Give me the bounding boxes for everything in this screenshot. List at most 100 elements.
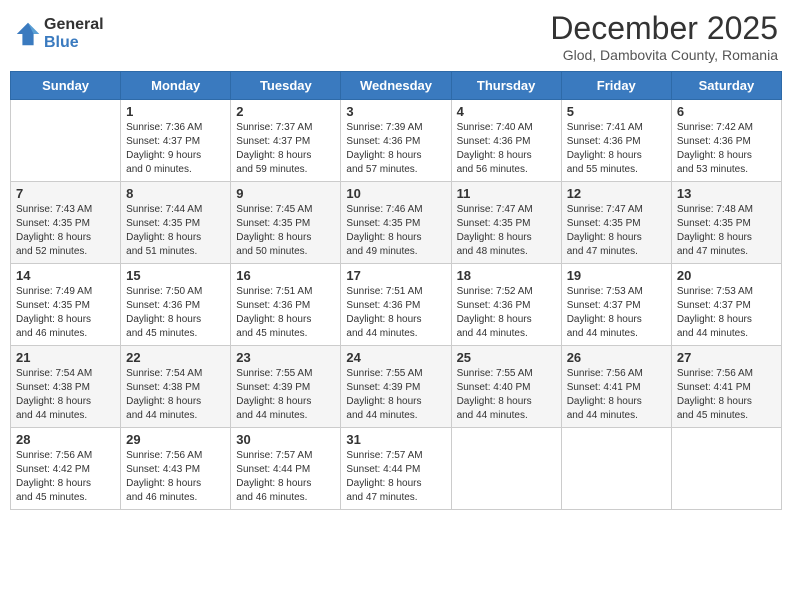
day-info: Sunrise: 7:57 AMSunset: 4:44 PMDaylight:… (236, 449, 335, 505)
calendar-table: SundayMondayTuesdayWednesdayThursdayFrid… (10, 71, 782, 510)
calendar-cell: 20 Sunrise: 7:53 AMSunset: 4:37 PMDayligh… (671, 264, 781, 346)
day-info: Sunrise: 7:48 AMSunset: 4:35 PMDaylight:… (677, 203, 776, 259)
calendar-cell: 22 Sunrise: 7:54 AMSunset: 4:38 PMDayligh… (121, 346, 231, 428)
calendar-header-tuesday: Tuesday (231, 72, 341, 100)
day-number: 1 (126, 104, 225, 119)
calendar-header-monday: Monday (121, 72, 231, 100)
day-number: 23 (236, 350, 335, 365)
day-info: Sunrise: 7:56 AMSunset: 4:41 PMDaylight:… (567, 367, 666, 423)
calendar-cell: 9 Sunrise: 7:45 AMSunset: 4:35 PMDaylight… (231, 182, 341, 264)
calendar-cell: 3 Sunrise: 7:39 AMSunset: 4:36 PMDaylight… (341, 100, 451, 182)
calendar-cell: 27 Sunrise: 7:56 AMSunset: 4:41 PMDayligh… (671, 346, 781, 428)
day-number: 22 (126, 350, 225, 365)
calendar-cell (671, 428, 781, 510)
day-info: Sunrise: 7:45 AMSunset: 4:35 PMDaylight:… (236, 203, 335, 259)
day-info: Sunrise: 7:36 AMSunset: 4:37 PMDaylight:… (126, 121, 225, 177)
day-number: 30 (236, 432, 335, 447)
calendar-cell (561, 428, 671, 510)
day-number: 16 (236, 268, 335, 283)
day-number: 31 (346, 432, 445, 447)
day-number: 8 (126, 186, 225, 201)
day-number: 20 (677, 268, 776, 283)
day-info: Sunrise: 7:46 AMSunset: 4:35 PMDaylight:… (346, 203, 445, 259)
day-info: Sunrise: 7:40 AMSunset: 4:36 PMDaylight:… (457, 121, 556, 177)
day-info: Sunrise: 7:55 AMSunset: 4:39 PMDaylight:… (236, 367, 335, 423)
day-number: 14 (16, 268, 115, 283)
day-info: Sunrise: 7:56 AMSunset: 4:42 PMDaylight:… (16, 449, 115, 505)
day-info: Sunrise: 7:56 AMSunset: 4:41 PMDaylight:… (677, 367, 776, 423)
calendar-cell: 17 Sunrise: 7:51 AMSunset: 4:36 PMDayligh… (341, 264, 451, 346)
calendar-header-thursday: Thursday (451, 72, 561, 100)
calendar-cell: 5 Sunrise: 7:41 AMSunset: 4:36 PMDaylight… (561, 100, 671, 182)
day-number: 13 (677, 186, 776, 201)
day-info: Sunrise: 7:50 AMSunset: 4:36 PMDaylight:… (126, 285, 225, 341)
day-info: Sunrise: 7:56 AMSunset: 4:43 PMDaylight:… (126, 449, 225, 505)
calendar-cell: 14Sunrise: 7:49 AMSunset: 4:35 PMDayligh… (11, 264, 121, 346)
calendar-cell: 26 Sunrise: 7:56 AMSunset: 4:41 PMDayligh… (561, 346, 671, 428)
day-number: 3 (346, 104, 445, 119)
logo-general-text: General (44, 16, 104, 34)
location-text: Glod, Dambovita County, Romania (550, 47, 778, 63)
day-info: Sunrise: 7:41 AMSunset: 4:36 PMDaylight:… (567, 121, 666, 177)
day-number: 26 (567, 350, 666, 365)
day-info: Sunrise: 7:51 AMSunset: 4:36 PMDaylight:… (236, 285, 335, 341)
day-info: Sunrise: 7:53 AMSunset: 4:37 PMDaylight:… (677, 285, 776, 341)
calendar-header-saturday: Saturday (671, 72, 781, 100)
calendar-cell: 19 Sunrise: 7:53 AMSunset: 4:37 PMDayligh… (561, 264, 671, 346)
calendar-cell: 7 Sunrise: 7:43 AMSunset: 4:35 PMDaylight… (11, 182, 121, 264)
day-info: Sunrise: 7:42 AMSunset: 4:36 PMDaylight:… (677, 121, 776, 177)
day-number: 17 (346, 268, 445, 283)
day-info: Sunrise: 7:47 AMSunset: 4:35 PMDaylight:… (457, 203, 556, 259)
calendar-cell: 21 Sunrise: 7:54 AMSunset: 4:38 PMDayligh… (11, 346, 121, 428)
calendar-cell: 4 Sunrise: 7:40 AMSunset: 4:36 PMDaylight… (451, 100, 561, 182)
day-number: 28 (16, 432, 115, 447)
calendar-cell: 18Sunrise: 7:52 AMSunset: 4:36 PMDayligh… (451, 264, 561, 346)
logo: General Blue (14, 16, 104, 51)
day-number: 9 (236, 186, 335, 201)
day-info: Sunrise: 7:57 AMSunset: 4:44 PMDaylight:… (346, 449, 445, 505)
calendar-cell: 10Sunrise: 7:46 AMSunset: 4:35 PMDayligh… (341, 182, 451, 264)
day-number: 11 (457, 186, 556, 201)
calendar-cell (11, 100, 121, 182)
day-number: 18 (457, 268, 556, 283)
day-info: Sunrise: 7:43 AMSunset: 4:35 PMDaylight:… (16, 203, 115, 259)
calendar-cell: 25Sunrise: 7:55 AMSunset: 4:40 PMDayligh… (451, 346, 561, 428)
calendar-cell: 12 Sunrise: 7:47 AMSunset: 4:35 PMDayligh… (561, 182, 671, 264)
day-info: Sunrise: 7:51 AMSunset: 4:36 PMDaylight:… (346, 285, 445, 341)
calendar-cell: 2 Sunrise: 7:37 AMSunset: 4:37 PMDaylight… (231, 100, 341, 182)
calendar-cell: 11 Sunrise: 7:47 AMSunset: 4:35 PMDayligh… (451, 182, 561, 264)
day-info: Sunrise: 7:55 AMSunset: 4:39 PMDaylight:… (346, 367, 445, 423)
calendar-cell: 1 Sunrise: 7:36 AMSunset: 4:37 PMDaylight… (121, 100, 231, 182)
calendar-cell: 24Sunrise: 7:55 AMSunset: 4:39 PMDayligh… (341, 346, 451, 428)
title-area: December 2025 Glod, Dambovita County, Ro… (550, 10, 778, 63)
day-number: 29 (126, 432, 225, 447)
calendar-cell: 13 Sunrise: 7:48 AMSunset: 4:35 PMDayligh… (671, 182, 781, 264)
day-info: Sunrise: 7:39 AMSunset: 4:36 PMDaylight:… (346, 121, 445, 177)
calendar-cell: 8Sunrise: 7:44 AMSunset: 4:35 PMDaylight… (121, 182, 231, 264)
calendar-cell: 29 Sunrise: 7:56 AMSunset: 4:43 PMDayligh… (121, 428, 231, 510)
day-info: Sunrise: 7:53 AMSunset: 4:37 PMDaylight:… (567, 285, 666, 341)
day-number: 27 (677, 350, 776, 365)
day-number: 4 (457, 104, 556, 119)
calendar-cell: 23 Sunrise: 7:55 AMSunset: 4:39 PMDayligh… (231, 346, 341, 428)
day-number: 7 (16, 186, 115, 201)
day-info: Sunrise: 7:37 AMSunset: 4:37 PMDaylight:… (236, 121, 335, 177)
calendar-cell: 28 Sunrise: 7:56 AMSunset: 4:42 PMDayligh… (11, 428, 121, 510)
logo-icon (14, 20, 42, 48)
calendar-cell: 6Sunrise: 7:42 AMSunset: 4:36 PMDaylight… (671, 100, 781, 182)
logo-blue-text: Blue (44, 34, 104, 52)
month-year-title: December 2025 (550, 10, 778, 47)
calendar-cell (451, 428, 561, 510)
calendar-header-friday: Friday (561, 72, 671, 100)
day-number: 2 (236, 104, 335, 119)
day-info: Sunrise: 7:54 AMSunset: 4:38 PMDaylight:… (126, 367, 225, 423)
day-number: 15 (126, 268, 225, 283)
day-number: 5 (567, 104, 666, 119)
calendar-cell: 15 Sunrise: 7:50 AMSunset: 4:36 PMDayligh… (121, 264, 231, 346)
day-info: Sunrise: 7:47 AMSunset: 4:35 PMDaylight:… (567, 203, 666, 259)
day-number: 19 (567, 268, 666, 283)
day-number: 12 (567, 186, 666, 201)
calendar-header-wednesday: Wednesday (341, 72, 451, 100)
day-number: 21 (16, 350, 115, 365)
day-info: Sunrise: 7:54 AMSunset: 4:38 PMDaylight:… (16, 367, 115, 423)
